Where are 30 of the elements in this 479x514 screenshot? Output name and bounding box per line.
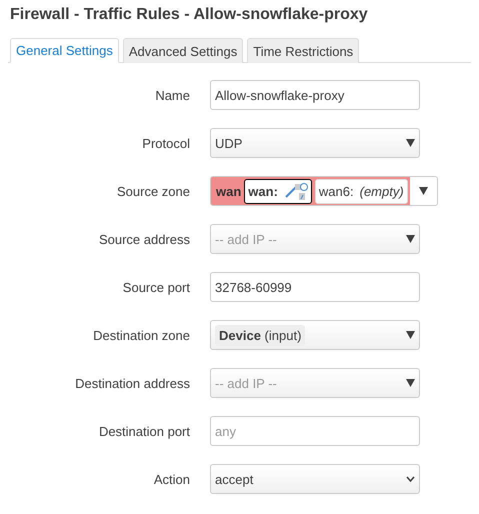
tab[interactable]: Time Restrictions <box>247 38 360 63</box>
action-select[interactable]: accept <box>210 464 420 494</box>
zone-select[interactable]: Device (input) <box>210 320 420 350</box>
network-chip: wan6: (empty) <box>314 178 408 204</box>
zone-name: wan <box>216 184 242 198</box>
dropdown-arrow-icon <box>406 235 415 243</box>
text-input-field[interactable]: 32768-60999 <box>210 272 420 302</box>
field-label: Name <box>154 88 190 102</box>
field-label: Destination zone <box>92 328 190 342</box>
page-title: Firewall - Traffic Rules - Allow-snowflake-proxy <box>10 6 369 24</box>
tab[interactable]: General Settings <box>10 38 119 63</box>
field-label: Action <box>152 472 190 486</box>
dropdown-arrow-icon <box>418 187 428 195</box>
field-label: Source port <box>122 280 190 294</box>
zone-select[interactable]: wan wan: wan6: (empty) <box>210 176 438 206</box>
dropdown-arrow-icon <box>406 379 415 387</box>
field-label: Source zone <box>116 184 190 198</box>
network-devices-icon <box>284 181 308 201</box>
zone-chip: Device (input) <box>215 324 306 346</box>
field-label: Source address <box>98 232 190 246</box>
network-chip: wan: <box>244 178 312 204</box>
text-input-field[interactable]: Allow-snowflake-proxy <box>210 80 420 110</box>
tab[interactable]: Advanced Settings <box>122 38 244 63</box>
protocol-select[interactable]: UDP <box>210 128 420 158</box>
dropdown-arrow-icon <box>406 331 415 339</box>
field-label: Destination port <box>98 424 190 438</box>
chevron-down-icon <box>406 476 415 482</box>
field-label: Destination address <box>74 376 190 390</box>
field-label: Protocol <box>141 136 190 150</box>
dropdown-arrow-icon <box>406 139 415 147</box>
